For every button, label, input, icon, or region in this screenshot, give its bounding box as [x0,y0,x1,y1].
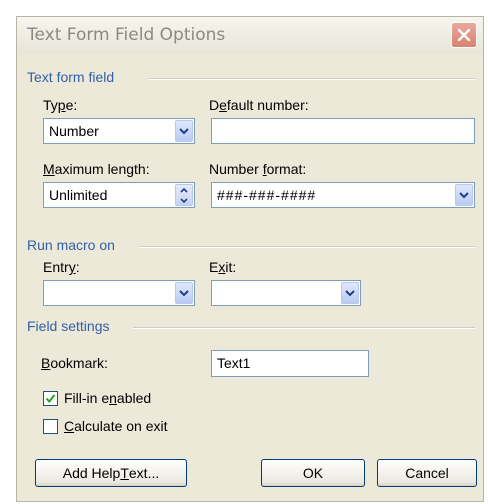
entry-macro-select[interactable] [43,280,195,306]
maximum-length-value: Unlimited [49,187,108,203]
type-label: Type: [43,97,78,113]
number-format-value: ###-###-#### [217,187,317,203]
spinner-buttons [175,184,193,206]
bookmark-input[interactable]: Text1 [211,350,369,377]
fill-in-enabled-label[interactable]: Fill-in enabled [64,390,151,406]
section-divider [133,327,475,329]
dialog-window: Text Form Field Options Text form field … [16,16,484,502]
chevron-down-icon [179,289,189,296]
section-field-settings: Field settings [27,318,110,334]
calculate-on-exit-checkbox[interactable] [43,419,58,434]
add-help-text-button[interactable]: Add Help Text... [35,459,187,487]
number-format-select[interactable]: ###-###-#### [211,182,475,208]
section-run-macro-on: Run macro on [27,237,115,253]
maximum-length-spinner[interactable]: Unlimited [43,182,195,208]
number-format-dropdown-button[interactable] [455,184,473,206]
default-number-input[interactable] [211,118,475,144]
spin-down-button[interactable] [176,195,192,205]
exit-dropdown-button[interactable] [341,282,359,304]
section-divider [149,78,475,80]
cancel-button[interactable]: Cancel [377,459,477,487]
section-text-form-field: Text form field [27,69,115,85]
chevron-down-icon [345,289,355,296]
number-format-label: Number format: [209,161,307,177]
close-button[interactable] [451,22,477,48]
section-divider [139,246,475,248]
calculate-on-exit-label[interactable]: Calculate on exit [64,418,168,434]
ok-button[interactable]: OK [261,459,365,487]
entry-label: Entry: [43,259,80,275]
default-number-label: Default number: [209,97,309,113]
chevron-down-icon [179,127,189,134]
type-select[interactable]: Number [43,118,195,144]
title-bar[interactable]: Text Form Field Options [17,17,483,55]
maximum-length-label: Maximum length: [43,161,150,177]
type-dropdown-button[interactable] [175,120,193,142]
type-select-value: Number [49,123,99,139]
close-icon [457,28,471,42]
check-mark-icon [45,394,56,404]
exit-macro-select[interactable] [211,280,361,306]
dialog-title: Text Form Field Options [27,25,226,45]
arrow-up-icon [180,187,188,193]
chevron-down-icon [459,191,469,198]
entry-dropdown-button[interactable] [175,282,193,304]
fill-in-enabled-checkbox[interactable] [43,391,58,406]
spin-up-button[interactable] [176,185,192,195]
bookmark-label: Bookmark: [41,355,108,371]
exit-label: Exit: [209,259,237,275]
arrow-down-icon [180,197,188,203]
